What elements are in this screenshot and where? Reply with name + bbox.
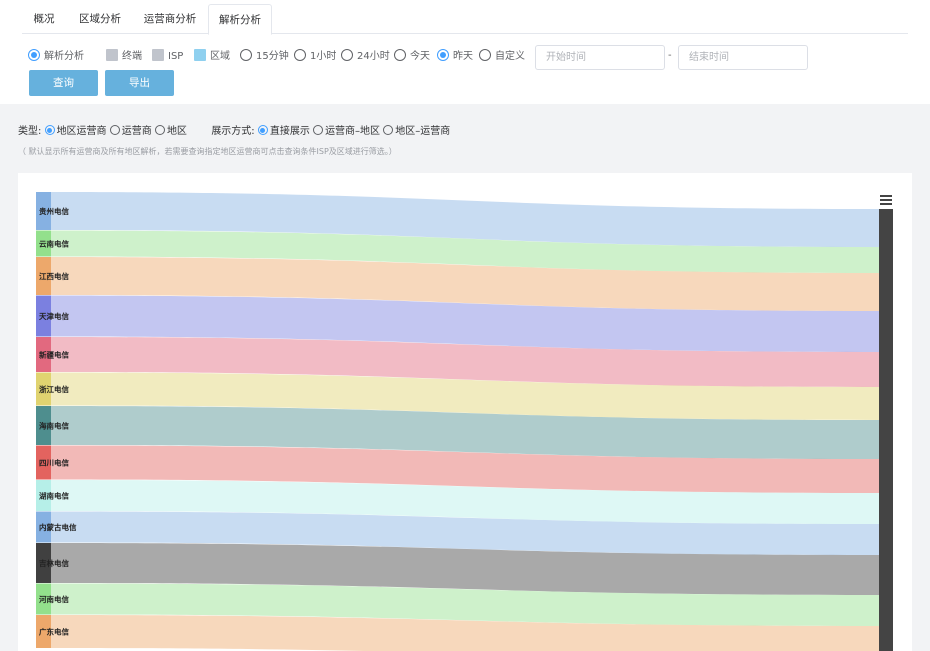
export-button[interactable]: 导出 xyxy=(105,70,174,96)
terminal-swatch-icon xyxy=(106,49,118,61)
range-custom-radio[interactable]: 自定义 xyxy=(479,47,525,67)
radio-selected-icon xyxy=(437,49,449,61)
range-today-label: 今天 xyxy=(410,51,430,62)
type-label: 类型: xyxy=(18,126,42,137)
display-region-isp-label: 地区–运营商 xyxy=(395,126,451,137)
tab-bar: 概况 区域分析 运营商分析 解析分析 xyxy=(22,4,908,35)
radio-selected-icon xyxy=(44,125,55,135)
sankey-node-label: 江西电信 xyxy=(39,271,69,281)
region-label: 区域 xyxy=(210,51,230,62)
mode-radio[interactable]: 解析分析 xyxy=(28,47,84,67)
hint-text: （ 默认显示所有运营商及所有地区解析，若需要查询指定地区运营商可点击查询条件IS… xyxy=(18,147,397,156)
tab-isp-analysis[interactable]: 运营商分析 xyxy=(134,4,206,34)
sankey-node-label: 云南电信 xyxy=(39,239,69,249)
range-1h-label: 1小时 xyxy=(310,51,337,62)
radio-icon xyxy=(154,125,165,135)
sankey-node-label: 新疆电信 xyxy=(39,350,69,360)
terminal-checkbox[interactable]: 终端 xyxy=(106,47,142,67)
isp-swatch-icon xyxy=(152,49,164,61)
type-region-isp-radio[interactable]: 地区运营商 xyxy=(44,125,107,137)
sankey-node-label: 贵州电信 xyxy=(39,206,69,216)
query-button[interactable]: 查询 xyxy=(29,70,98,96)
type-isp-label: 运营商 xyxy=(121,126,152,137)
radio-icon xyxy=(383,125,394,135)
radio-icon xyxy=(240,49,252,61)
sankey-node-label: 广东电信 xyxy=(39,627,69,637)
sankey-node-label: 四川电信 xyxy=(39,458,69,468)
type-region-radio[interactable]: 地区 xyxy=(154,125,187,137)
sankey-node-label: 河南电信 xyxy=(39,594,69,604)
terminal-label: 终端 xyxy=(122,51,142,62)
target-node xyxy=(879,209,893,651)
tab-region-analysis[interactable]: 区域分析 xyxy=(68,4,132,34)
isp-checkbox[interactable]: ISP xyxy=(152,47,183,67)
sankey-chart: 贵州电信云南电信江西电信天津电信新疆电信浙江电信海南电信四川电信湖南电信内蒙古电… xyxy=(36,192,893,651)
range-custom-label: 自定义 xyxy=(495,51,525,62)
display-options: 类型: 地区运营商 运营商 地区 展示方式: 直接展示 运营商–地区 地区–运营… xyxy=(18,124,450,140)
region-swatch-icon xyxy=(194,49,206,61)
type-isp-radio[interactable]: 运营商 xyxy=(109,125,152,137)
sankey-node-label: 内蒙古电信 xyxy=(39,522,77,532)
sankey-node-label: 浙江电信 xyxy=(39,384,69,394)
end-time-input[interactable]: 结束时间 xyxy=(678,45,808,70)
range-24h-radio[interactable]: 24小时 xyxy=(341,47,390,67)
radio-icon xyxy=(294,49,306,61)
range-15m-label: 15分钟 xyxy=(256,51,289,62)
range-15m-radio[interactable]: 15分钟 xyxy=(240,47,289,67)
display-isp-region-radio[interactable]: 运营商–地区 xyxy=(313,125,381,137)
type-region-label: 地区 xyxy=(166,126,187,137)
range-today-radio[interactable]: 今天 xyxy=(394,47,430,67)
radio-icon xyxy=(341,49,353,61)
radio-icon xyxy=(479,49,491,61)
sankey-node-label: 湖南电信 xyxy=(39,491,69,501)
type-region-isp-label: 地区运营商 xyxy=(56,126,107,137)
radio-selected-icon xyxy=(28,49,40,61)
range-24h-label: 24小时 xyxy=(357,51,390,62)
date-separator: - xyxy=(668,50,672,61)
sankey-node-label: 天津电信 xyxy=(39,311,69,321)
toolbar-panel: 概况 区域分析 运营商分析 解析分析 解析分析 终端 ISP 区域 15分钟 1… xyxy=(0,0,930,104)
isp-label: ISP xyxy=(168,51,184,62)
tab-resolution-analysis[interactable]: 解析分析 xyxy=(208,4,272,35)
radio-selected-icon xyxy=(257,125,268,135)
start-time-input[interactable]: 开始时间 xyxy=(535,45,665,70)
display-isp-region-label: 运营商–地区 xyxy=(325,126,381,137)
display-direct-label: 直接展示 xyxy=(269,126,310,137)
range-1h-radio[interactable]: 1小时 xyxy=(294,47,336,67)
radio-icon xyxy=(109,125,120,135)
radio-icon xyxy=(394,49,406,61)
chart-menu-icon[interactable] xyxy=(880,195,892,205)
mode-label: 解析分析 xyxy=(44,51,84,62)
range-yesterday-label: 昨天 xyxy=(453,51,473,62)
sankey-node-label: 海南电信 xyxy=(39,421,69,431)
display-label: 展示方式: xyxy=(211,126,255,137)
region-checkbox[interactable]: 区域 xyxy=(194,47,230,67)
radio-icon xyxy=(313,125,324,135)
range-yesterday-radio[interactable]: 昨天 xyxy=(437,47,473,67)
chart-panel: 贵州电信云南电信江西电信天津电信新疆电信浙江电信海南电信四川电信湖南电信内蒙古电… xyxy=(18,173,912,651)
tab-overview[interactable]: 概况 xyxy=(22,4,66,34)
display-direct-radio[interactable]: 直接展示 xyxy=(257,125,310,137)
display-region-isp-radio[interactable]: 地区–运营商 xyxy=(383,125,451,137)
sankey-node-label: 吉林电信 xyxy=(39,558,69,568)
